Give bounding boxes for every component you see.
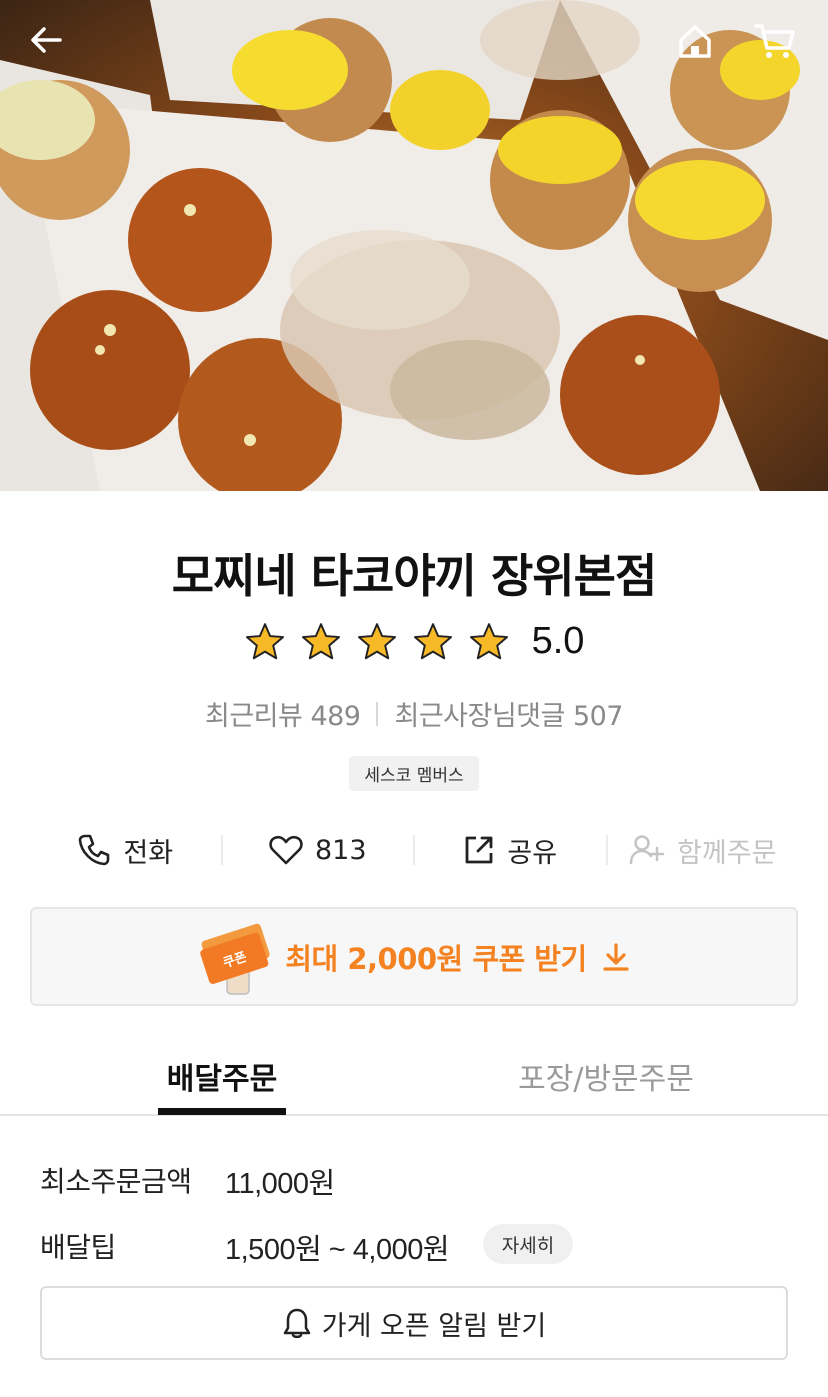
min-order-label: 최소주문금액: [40, 1165, 192, 1198]
divider: [376, 701, 379, 726]
star-icon: [245, 622, 284, 659]
store-name: 모찌네 타코야끼 장위본점: [171, 549, 658, 603]
cart-button[interactable]: [754, 22, 798, 66]
cart-icon: [754, 24, 795, 58]
bell-icon: [283, 1308, 311, 1339]
star-icon: [301, 622, 340, 659]
like-button[interactable]: 813: [223, 834, 414, 866]
tab-delivery-order[interactable]: 배달주문: [158, 1054, 286, 1098]
delivery-tip-detail-button[interactable]: 자세히: [483, 1224, 573, 1264]
phone-icon: [79, 834, 110, 866]
group-order-button[interactable]: 함께주문: [608, 831, 799, 870]
heart-icon: [269, 835, 303, 865]
coupon-ticket-icon: 쿠폰: [200, 923, 270, 995]
coupon-label: 최대 2,000원 쿠폰 받기: [285, 941, 587, 976]
min-order-value: 11,000원: [225, 1168, 335, 1200]
cesco-members-badge[interactable]: 세스코 멤버스: [349, 756, 479, 791]
recent-owner-replies-link[interactable]: 최근사장님댓글 507: [394, 694, 623, 733]
share-label: 공유: [507, 837, 558, 869]
add-user-icon: [629, 835, 665, 865]
home-icon: [679, 25, 711, 58]
active-tab-indicator: [158, 1108, 286, 1115]
arrow-left-icon: [31, 27, 62, 53]
store-open-notify-button[interactable]: 가게 오픈 알림 받기: [40, 1286, 788, 1360]
coupon-download-button[interactable]: 쿠폰 최대 2,000원 쿠폰 받기: [30, 907, 798, 1006]
group-order-label: 함께주문: [677, 837, 777, 869]
delivery-tip-value: 1,500원 ~ 4,000원: [225, 1234, 450, 1266]
star-icon: [469, 622, 508, 659]
star-icon: [413, 622, 452, 659]
rating-stars: [244, 621, 510, 663]
review-stats: 최근리뷰 489 최근사장님댓글 507: [0, 694, 828, 733]
tab-pickup-order[interactable]: 포장/방문주문: [500, 1054, 712, 1098]
notify-label: 가게 오픈 알림 받기: [321, 1310, 547, 1342]
share-button[interactable]: 공유: [415, 831, 606, 870]
recent-reviews-link[interactable]: 최근리뷰 489: [205, 694, 361, 733]
home-button[interactable]: [676, 22, 720, 66]
action-row: 전화 813 공유 함께주문: [30, 826, 798, 874]
rating-value: 5.0: [531, 620, 585, 662]
delivery-tip-label: 배달팁: [40, 1231, 116, 1264]
call-button[interactable]: 전화: [30, 831, 221, 870]
call-label: 전화: [123, 837, 174, 869]
rating-row: 5.0: [0, 620, 828, 663]
back-button[interactable]: [28, 22, 72, 66]
takoyaki-photo: [0, 0, 828, 491]
download-icon: [603, 942, 629, 971]
star-icon: [357, 622, 396, 659]
order-type-tabs: 배달주문 포장/방문주문: [0, 1040, 828, 1116]
share-icon: [466, 836, 493, 864]
like-count: 813: [314, 834, 367, 866]
store-hero-image: [0, 0, 828, 491]
